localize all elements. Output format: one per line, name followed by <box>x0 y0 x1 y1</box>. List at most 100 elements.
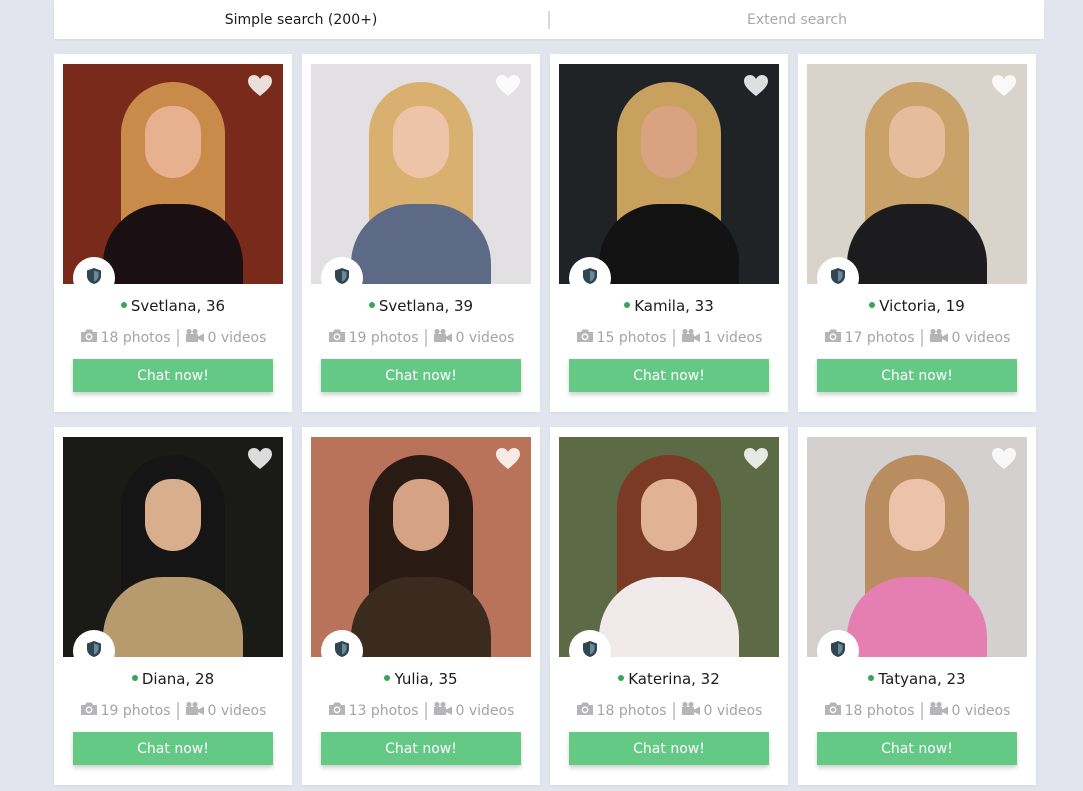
profile-name[interactable]: Tatyana, 23 <box>798 670 1036 688</box>
profile-card-6: Yulia, 35 13 photos 0 videos Chat now! <box>302 427 540 785</box>
video-camera-icon <box>185 701 205 720</box>
chat-now-button[interactable]: Chat now! <box>817 732 1017 765</box>
profile-card-3: Kamila, 33 15 photos 1 videos Chat now! <box>550 54 788 412</box>
photos-count[interactable]: 15 photos <box>576 328 667 347</box>
photos-count-text: 19 photos <box>100 702 171 719</box>
media-counts: 19 photos 0 videos <box>54 701 292 720</box>
photos-count[interactable]: 18 photos <box>824 701 915 720</box>
profile-name[interactable]: Yulia, 35 <box>302 670 540 688</box>
heart-icon[interactable] <box>495 74 521 98</box>
videos-count-text: 0 videos <box>207 329 267 346</box>
shield-icon <box>830 640 846 657</box>
video-camera-icon <box>185 328 205 347</box>
photo-face <box>641 479 697 551</box>
profile-card-5: Diana, 28 19 photos 0 videos Chat now! <box>54 427 292 785</box>
videos-count[interactable]: 0 videos <box>433 701 514 720</box>
videos-count[interactable]: 0 videos <box>681 701 762 720</box>
photos-count[interactable]: 18 photos <box>576 701 667 720</box>
photos-count[interactable]: 18 photos <box>80 328 171 347</box>
media-counts: 19 photos 0 videos <box>302 328 540 347</box>
online-indicator <box>368 301 375 308</box>
profile-name[interactable]: Kamila, 33 <box>550 297 788 315</box>
camera-icon <box>576 701 594 720</box>
photo-face <box>889 479 945 551</box>
profile-photo[interactable] <box>63 64 283 284</box>
photos-count[interactable]: 17 photos <box>824 328 915 347</box>
photo-face <box>393 106 449 178</box>
chat-now-button[interactable]: Chat now! <box>321 732 521 765</box>
photo-face <box>145 479 201 551</box>
media-counts: 18 photos 0 videos <box>54 328 292 347</box>
video-camera-icon <box>681 701 701 720</box>
chat-now-button[interactable]: Chat now! <box>569 732 769 765</box>
media-counts: 18 photos 0 videos <box>550 701 788 720</box>
chat-now-button[interactable]: Chat now! <box>321 359 521 392</box>
heart-icon[interactable] <box>743 447 769 471</box>
profile-photo[interactable] <box>311 437 531 657</box>
photo-face <box>145 106 201 178</box>
videos-count[interactable]: 0 videos <box>929 328 1011 347</box>
media-divider <box>424 328 427 347</box>
heart-icon[interactable] <box>247 74 273 98</box>
online-indicator <box>131 674 138 681</box>
heart-icon[interactable] <box>991 447 1017 471</box>
shield-icon <box>582 267 598 284</box>
profile-card-4: Victoria, 19 17 photos 0 videos Chat now… <box>798 54 1036 412</box>
heart-icon[interactable] <box>743 74 769 98</box>
videos-count-text: 0 videos <box>951 702 1011 719</box>
profile-name[interactable]: Katerina, 32 <box>550 670 788 688</box>
chat-now-button[interactable]: Chat now! <box>73 359 273 392</box>
profile-name[interactable]: Svetlana, 36 <box>54 297 292 315</box>
video-camera-icon <box>929 701 949 720</box>
profile-name-text: Diana, 28 <box>141 670 215 688</box>
media-divider <box>176 328 179 347</box>
profile-photo[interactable] <box>807 437 1027 657</box>
videos-count-text: 1 videos <box>703 329 763 346</box>
profile-photo[interactable] <box>559 437 779 657</box>
profile-name[interactable]: Victoria, 19 <box>798 297 1036 315</box>
photos-count[interactable]: 19 photos <box>80 701 171 720</box>
photos-count-text: 19 photos <box>348 329 419 346</box>
videos-count[interactable]: 1 videos <box>681 328 763 347</box>
search-tabs: Simple search (200+) Extend search <box>54 0 1044 39</box>
profile-name[interactable]: Diana, 28 <box>54 670 292 688</box>
tab-simple-search[interactable]: Simple search (200+) <box>54 12 548 28</box>
profile-photo[interactable] <box>807 64 1027 284</box>
camera-icon <box>328 701 346 720</box>
shield-icon <box>86 267 102 284</box>
heart-icon[interactable] <box>495 447 521 471</box>
profile-grid: Svetlana, 36 18 photos 0 videos Chat now… <box>54 54 1036 785</box>
photo-face <box>393 479 449 551</box>
camera-icon <box>328 328 346 347</box>
heart-icon[interactable] <box>247 447 273 471</box>
photos-count[interactable]: 13 photos <box>328 701 419 720</box>
videos-count[interactable]: 0 videos <box>433 328 514 347</box>
media-counts: 17 photos 0 videos <box>798 328 1036 347</box>
profile-card-2: Svetlana, 39 19 photos 0 videos Chat now… <box>302 54 540 412</box>
videos-count-text: 0 videos <box>951 329 1011 346</box>
videos-count[interactable]: 0 videos <box>185 701 266 720</box>
chat-now-button[interactable]: Chat now! <box>569 359 769 392</box>
media-divider <box>920 328 923 347</box>
profile-photo[interactable] <box>311 64 531 284</box>
profile-photo[interactable] <box>63 437 283 657</box>
heart-icon[interactable] <box>991 74 1017 98</box>
camera-icon <box>824 701 842 720</box>
shield-icon <box>334 267 350 284</box>
tab-extend-search[interactable]: Extend search <box>550 12 1044 28</box>
chat-now-button[interactable]: Chat now! <box>817 359 1017 392</box>
video-camera-icon <box>681 328 701 347</box>
videos-count[interactable]: 0 videos <box>185 328 267 347</box>
photos-count-text: 18 photos <box>844 702 915 719</box>
media-divider <box>672 701 675 720</box>
videos-count[interactable]: 0 videos <box>929 701 1011 720</box>
profile-name[interactable]: Svetlana, 39 <box>302 297 540 315</box>
chat-now-button[interactable]: Chat now! <box>73 732 273 765</box>
profile-photo[interactable] <box>559 64 779 284</box>
shield-icon <box>86 640 102 657</box>
photos-count[interactable]: 19 photos <box>328 328 419 347</box>
online-indicator <box>384 674 391 681</box>
profile-name-text: Yulia, 35 <box>394 670 458 688</box>
camera-icon <box>80 701 98 720</box>
media-counts: 15 photos 1 videos <box>550 328 788 347</box>
